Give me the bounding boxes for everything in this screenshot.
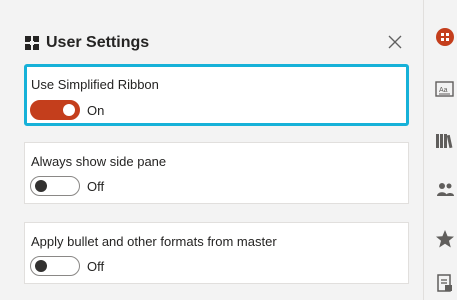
rail-document-button[interactable] [434, 272, 456, 294]
library-books-icon [436, 134, 453, 149]
rail-text-format-button[interactable]: Aa [434, 78, 456, 100]
text-format-icon: Aa [435, 81, 454, 97]
rail-favorites-button[interactable] [434, 228, 456, 250]
svg-text:Aa: Aa [439, 87, 448, 94]
user-settings-icon [25, 36, 39, 50]
rail-user-settings-button[interactable] [434, 26, 456, 48]
setting-label: Always show side pane [31, 154, 167, 169]
rail-library-button[interactable] [434, 130, 456, 152]
rail-users-button[interactable] [434, 178, 456, 200]
apply-bullet-toggle[interactable] [30, 256, 80, 276]
toggle-knob [35, 260, 47, 272]
users-icon [437, 183, 454, 196]
pane-title: User Settings [46, 34, 150, 51]
star-icon [436, 230, 454, 248]
pane-header: User Settings [24, 31, 423, 55]
toggle-knob [63, 104, 75, 116]
setting-card-apply-bullet: Apply bullet and other formats from mast… [24, 222, 409, 284]
toggle-state-label: On [87, 102, 105, 118]
close-icon[interactable] [386, 33, 404, 51]
toggle-knob [35, 180, 47, 192]
document-icon [437, 274, 452, 292]
setting-card-simplified-ribbon: Use Simplified Ribbon On [24, 64, 409, 126]
side-rail: Aa [424, 0, 457, 300]
setting-card-side-pane: Always show side pane Off [24, 142, 409, 204]
user-settings-pane: User Settings Use Simplified Ribbon On A… [0, 0, 423, 300]
setting-toggle-row: On [30, 100, 104, 120]
setting-toggle-row: Off [30, 176, 104, 196]
simplified-ribbon-toggle[interactable] [30, 100, 80, 120]
toggle-state-label: Off [87, 178, 105, 194]
setting-toggle-row: Off [30, 256, 104, 276]
toggle-state-label: Off [87, 258, 105, 274]
user-settings-icon [436, 28, 454, 46]
setting-label: Apply bullet and other formats from mast… [31, 234, 277, 249]
app-window: User Settings Use Simplified Ribbon On A… [0, 0, 457, 300]
side-pane-toggle[interactable] [30, 176, 80, 196]
setting-label: Use Simplified Ribbon [31, 77, 159, 92]
